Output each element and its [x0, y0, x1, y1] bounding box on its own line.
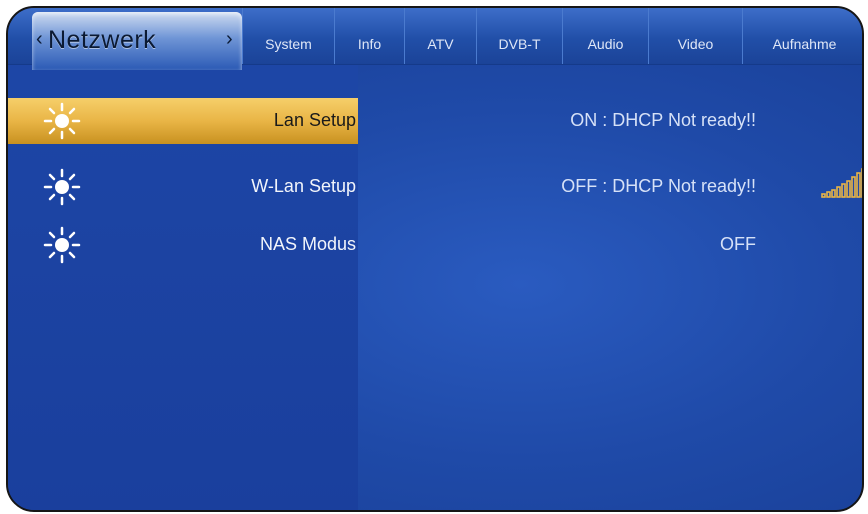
tab-netzwerk[interactable]: ‹ Netzwerk ›: [32, 12, 242, 70]
tab-aufnahme[interactable]: Aufnahme: [742, 8, 862, 64]
wlan-setup-label: W-Lan Setup: [251, 176, 356, 196]
tab-system-label: System: [265, 36, 312, 52]
tab-atv[interactable]: ATV: [404, 8, 476, 64]
right-arrow-icon: ›: [226, 28, 233, 50]
sun-icon: [43, 226, 81, 264]
nas-modus-status: OFF: [720, 234, 756, 254]
lan-setup-status: ON : DHCP Not ready!!: [570, 110, 756, 130]
tab-video[interactable]: Video: [648, 8, 742, 64]
sun-icon: [43, 102, 81, 140]
tab-video-label: Video: [677, 36, 714, 52]
tab-dvb-t-label: DVB-T: [498, 36, 541, 52]
tab-audio-label: Audio: [587, 36, 624, 52]
tab-system[interactable]: System: [242, 8, 334, 64]
tab-bar: ‹ Netzwerk › System Info ATV DVB-T Audio…: [8, 8, 862, 70]
tab-info-label: Info: [357, 36, 382, 52]
lan-setup-label: Lan Setup: [273, 110, 356, 130]
tab-audio[interactable]: Audio: [562, 8, 648, 64]
sun-icon: [43, 168, 81, 206]
tab-atv-label: ATV: [427, 36, 454, 52]
menu-row-lan-setup[interactable]: Lan Setup ON : DHCP Not ready!!: [8, 98, 862, 144]
tab-dvb-t[interactable]: DVB-T: [476, 8, 562, 64]
tv-menu-screen: ‹ Netzwerk › System Info ATV DVB-T Audio…: [6, 6, 864, 512]
tab-netzwerk-label: Netzwerk: [48, 26, 157, 54]
nas-modus-label: NAS Modus: [259, 234, 356, 254]
menu-row-wlan-setup[interactable]: W-Lan Setup OFF : DHCP Not ready!!: [8, 164, 862, 210]
left-arrow-icon: ‹: [36, 28, 43, 50]
tab-aufnahme-label: Aufnahme: [772, 36, 837, 52]
tab-info[interactable]: Info: [334, 8, 404, 64]
signal-strength-icon: [821, 168, 862, 198]
wlan-setup-status: OFF : DHCP Not ready!!: [561, 176, 756, 196]
menu-row-nas-modus[interactable]: NAS Modus OFF: [8, 222, 862, 268]
